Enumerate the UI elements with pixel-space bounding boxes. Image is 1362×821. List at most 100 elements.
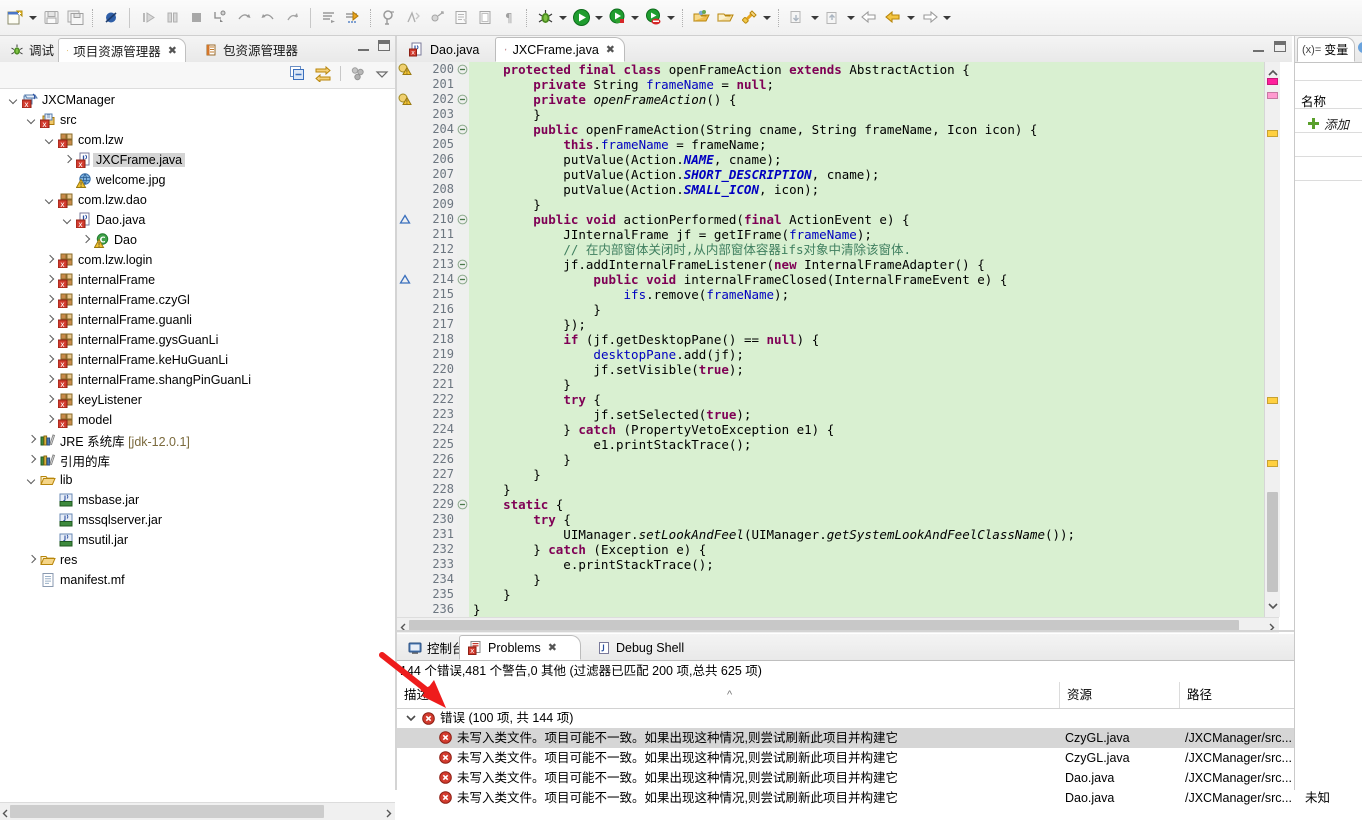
- tree-item-jre----[interactable]: JRE 系统库 [jdk-12.0.1]: [0, 430, 395, 450]
- tree-item-welcome.jpg[interactable]: ! welcome.jpg: [0, 170, 395, 190]
- open-resource-icon[interactable]: [713, 6, 737, 30]
- tree-item-----[interactable]: 引用的库: [0, 450, 395, 470]
- next-edit-icon[interactable]: [917, 6, 941, 30]
- code-line[interactable]: public openFrameAction(String cname, Str…: [469, 122, 1264, 137]
- code-line[interactable]: } catch (PropertyVetoException e1) {: [469, 422, 1264, 437]
- tree-item-internalframe.guanli[interactable]: x internalFrame.guanli: [0, 310, 395, 330]
- variables-add-row[interactable]: 添加: [1307, 114, 1349, 133]
- code-line[interactable]: public void internalFrameClosed(Internal…: [469, 272, 1264, 287]
- tree-item-keylistener[interactable]: x keyListener: [0, 390, 395, 410]
- code-line[interactable]: try {: [469, 392, 1264, 407]
- code-line[interactable]: jf.addInternalFrameListener(new Internal…: [469, 257, 1264, 272]
- debug-icon[interactable]: [533, 6, 557, 30]
- column-description[interactable]: 描述 ^: [397, 682, 1060, 708]
- back-history-icon[interactable]: [857, 6, 881, 30]
- view-tab-variables[interactable]: (x)= 变量: [1297, 37, 1355, 62]
- coverage-icon[interactable]: [605, 6, 629, 30]
- chevron-right-icon[interactable]: [80, 234, 92, 246]
- save-icon[interactable]: [39, 6, 63, 30]
- tree-item-com.lzw.dao[interactable]: x com.lzw.dao: [0, 190, 395, 210]
- warning-marker[interactable]: [1267, 397, 1278, 404]
- next-edit-dropdown-icon[interactable]: [941, 6, 953, 30]
- profile-icon[interactable]: [641, 6, 665, 30]
- override-marker-icon[interactable]: [397, 212, 413, 227]
- error-marker[interactable]: [1267, 78, 1278, 85]
- editor-tab-jxcframe[interactable]: x JXCFrame.java ✖: [495, 37, 625, 62]
- next-annotation-dropdown-icon[interactable]: [809, 6, 821, 30]
- code-line[interactable]: private openFrameAction() {: [469, 92, 1264, 107]
- code-line[interactable]: protected final class openFrameAction ex…: [469, 62, 1264, 77]
- tree-item-internalframe.kehuguanli[interactable]: x internalFrame.keHuGuanLi: [0, 350, 395, 370]
- code-view[interactable]: !! 200 201 202 203 204 205 206 207 208 209 210 211 2…: [397, 62, 1292, 635]
- code-line[interactable]: desktopPane.add(jf);: [469, 347, 1264, 362]
- next-view-tab-icon[interactable]: [1358, 42, 1362, 53]
- chevron-right-icon[interactable]: [44, 354, 56, 366]
- new-java-class-icon[interactable]: [401, 6, 425, 30]
- step-into-icon[interactable]: [208, 6, 232, 30]
- run-dropdown-icon[interactable]: [593, 6, 605, 30]
- view-tab-project-explorer[interactable]: 项目资源管理器 ✖: [58, 38, 186, 63]
- code-line[interactable]: this.frameName = frameName;: [469, 137, 1264, 152]
- code-line[interactable]: }: [469, 467, 1264, 482]
- forward-history-icon[interactable]: [881, 6, 905, 30]
- column-path[interactable]: 路径: [1180, 682, 1300, 708]
- open-type-icon[interactable]: [377, 6, 401, 30]
- bottom-splitter[interactable]: [395, 630, 1362, 632]
- code-line[interactable]: }: [469, 452, 1264, 467]
- maximize-button[interactable]: [378, 40, 390, 51]
- close-icon[interactable]: ✖: [168, 44, 177, 57]
- code-line[interactable]: } catch (Exception e) {: [469, 542, 1264, 557]
- coverage-dropdown-icon[interactable]: [629, 6, 641, 30]
- toggle-marks-icon[interactable]: ¶: [497, 6, 521, 30]
- problems-table-row[interactable]: 未写入类文件。项目可能不一致。如果出现这种情况,则尝试刷新此项目并构建它 CzyG…: [397, 748, 1362, 768]
- new-dropdown-icon[interactable]: [27, 6, 39, 30]
- code-line[interactable]: UIManager.setLookAndFeel(UIManager.getSy…: [469, 527, 1264, 542]
- code-line[interactable]: jf.setVisible(true);: [469, 362, 1264, 377]
- code-line[interactable]: putValue(Action.SMALL_ICON, icon);: [469, 182, 1264, 197]
- code-line[interactable]: jf.setSelected(true);: [469, 407, 1264, 422]
- fold-collapse-icon[interactable]: [457, 122, 469, 137]
- open-task-icon[interactable]: [473, 6, 497, 30]
- editor-marker-bar[interactable]: !!: [397, 62, 414, 617]
- tree-horizontal-scrollbar[interactable]: [0, 802, 395, 820]
- warning-marker-icon[interactable]: !: [397, 92, 413, 107]
- chevron-right-icon[interactable]: [26, 454, 38, 466]
- previous-annotation-icon[interactable]: [821, 6, 845, 30]
- tree-item-manifest.mf[interactable]: manifest.mf: [0, 570, 395, 590]
- skip-breakpoints-icon[interactable]: [99, 6, 123, 30]
- fold-collapse-icon[interactable]: [457, 497, 469, 512]
- tree-item-res[interactable]: res: [0, 550, 395, 570]
- chevron-right-icon[interactable]: [44, 334, 56, 346]
- search-icon[interactable]: [737, 6, 761, 30]
- tree-item-msbase.jar[interactable]: msbase.jar: [0, 490, 395, 510]
- override-marker-icon[interactable]: [397, 272, 413, 287]
- chevron-right-icon[interactable]: [44, 314, 56, 326]
- code-line[interactable]: }: [469, 602, 1264, 617]
- chevron-right-icon[interactable]: [44, 374, 56, 386]
- save-all-icon[interactable]: [63, 6, 87, 30]
- scroll-left-icon[interactable]: [399, 621, 407, 635]
- chevron-down-icon[interactable]: [62, 214, 74, 226]
- code-line[interactable]: static {: [469, 497, 1264, 512]
- bottom-tab-problems[interactable]: x Problems ✖: [459, 635, 581, 660]
- scroll-down-icon[interactable]: [1268, 599, 1278, 613]
- code-line[interactable]: e1.printStackTrace();: [469, 437, 1264, 452]
- tree-item-lib[interactable]: lib: [0, 470, 395, 490]
- forward-dropdown-icon[interactable]: [905, 6, 917, 30]
- code-line[interactable]: e.printStackTrace();: [469, 557, 1264, 572]
- code-line[interactable]: }: [469, 107, 1264, 122]
- fold-collapse-icon[interactable]: [457, 212, 469, 227]
- problems-group-row[interactable]: 错误 (100 项, 共 144 项): [397, 708, 1362, 728]
- close-icon[interactable]: ✖: [606, 43, 615, 56]
- resume-icon[interactable]: [136, 6, 160, 30]
- tree-item-internalframe.czygl[interactable]: x internalFrame.czyGl: [0, 290, 395, 310]
- warning-marker-icon[interactable]: !: [397, 62, 413, 77]
- code-line[interactable]: public void actionPerformed(final Action…: [469, 212, 1264, 227]
- new-java-package-icon[interactable]: [425, 6, 449, 30]
- previous-annotation-dropdown-icon[interactable]: [845, 6, 857, 30]
- view-tab-debug[interactable]: 调试: [2, 37, 62, 62]
- expand-twisty-icon[interactable]: [405, 712, 417, 724]
- code-line[interactable]: }: [469, 482, 1264, 497]
- warning-marker[interactable]: [1267, 460, 1278, 467]
- link-with-editor-icon[interactable]: [314, 65, 332, 82]
